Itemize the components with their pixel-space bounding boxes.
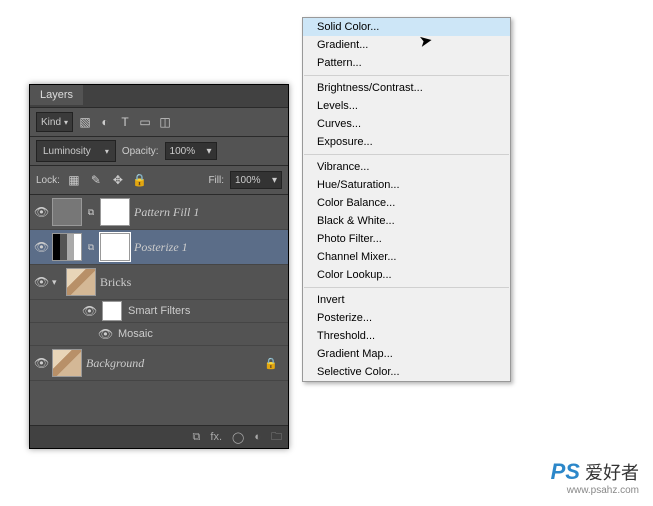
fill-adjustment-menu: Solid Color... Gradient... Pattern... Br…: [302, 17, 511, 382]
smartobject-filter-icon[interactable]: ◫: [157, 114, 173, 130]
menu-item-color-balance[interactable]: Color Balance...: [303, 194, 510, 212]
menu-item-black-white[interactable]: Black & White...: [303, 212, 510, 230]
lock-label: Lock:: [36, 175, 60, 186]
menu-item-pattern[interactable]: Pattern...: [303, 54, 510, 72]
expand-icon[interactable]: ▾: [52, 277, 62, 288]
chevron-down-icon: ▾: [64, 118, 68, 127]
smart-filters-label: Smart Filters: [128, 305, 190, 317]
layer-thumb[interactable]: [52, 198, 82, 226]
layer-thumb[interactable]: [52, 349, 82, 377]
menu-item-posterize[interactable]: Posterize...: [303, 309, 510, 327]
visibility-icon[interactable]: 👁: [34, 240, 48, 254]
filter-bar: Kind ▾ ▧ ◐ T ▭ ◫: [30, 108, 288, 137]
menu-separator: [304, 75, 509, 76]
menu-item-threshold[interactable]: Threshold...: [303, 327, 510, 345]
chevron-down-icon: ▾: [206, 146, 211, 157]
layer-row-posterize[interactable]: 👁 ⧉ Posterize 1: [30, 230, 288, 265]
filter-kind-select[interactable]: Kind ▾: [36, 112, 73, 132]
layer-name[interactable]: Pattern Fill 1: [134, 205, 199, 220]
visibility-icon[interactable]: 👁: [82, 304, 96, 318]
filter-row-mosaic[interactable]: 👁 Mosaic: [30, 323, 288, 346]
menu-item-hue-saturation[interactable]: Hue/Saturation...: [303, 176, 510, 194]
filter-kind-label: Kind: [41, 117, 61, 128]
menu-item-curves[interactable]: Curves...: [303, 115, 510, 133]
layer-row-pattern-fill[interactable]: 👁 ⧉ Pattern Fill 1: [30, 195, 288, 230]
tab-layers[interactable]: Layers: [30, 85, 83, 105]
layer-mask-thumb[interactable]: [100, 233, 130, 261]
link-icon[interactable]: ⧉: [86, 207, 96, 218]
menu-item-color-lookup[interactable]: Color Lookup...: [303, 266, 510, 284]
menu-separator: [304, 154, 509, 155]
menu-item-invert[interactable]: Invert: [303, 291, 510, 309]
lock-position-icon[interactable]: ✥: [110, 172, 126, 188]
menu-item-channel-mixer[interactable]: Channel Mixer...: [303, 248, 510, 266]
visibility-icon[interactable]: 👁: [34, 275, 48, 289]
fill-label: Fill:: [208, 175, 224, 186]
adjustment-layer-filter-icon[interactable]: ◐: [97, 114, 113, 130]
watermark-url: www.psahz.com: [551, 485, 639, 496]
filter-mask-thumb[interactable]: [102, 301, 122, 321]
smart-filters-row[interactable]: 👁 Smart Filters: [30, 300, 288, 323]
lock-transparency-icon[interactable]: ▦: [66, 172, 82, 188]
menu-item-gradient-map[interactable]: Gradient Map...: [303, 345, 510, 363]
lock-pixels-icon[interactable]: ✎: [88, 172, 104, 188]
lock-all-icon[interactable]: 🔒: [132, 172, 148, 188]
type-layer-filter-icon[interactable]: T: [117, 114, 133, 130]
chevron-down-icon: ▾: [272, 175, 277, 186]
opacity-input[interactable]: 100% ▾: [165, 142, 217, 160]
chevron-down-icon: ▾: [105, 147, 109, 156]
blend-mode-value: Luminosity: [43, 146, 91, 157]
layer-row-bricks[interactable]: 👁 ▾ Bricks: [30, 265, 288, 300]
fill-value: 100%: [235, 175, 261, 186]
menu-item-photo-filter[interactable]: Photo Filter...: [303, 230, 510, 248]
lock-bar: Lock: ▦ ✎ ✥ 🔒 Fill: 100% ▾: [30, 166, 288, 195]
menu-item-exposure[interactable]: Exposure...: [303, 133, 510, 151]
visibility-icon[interactable]: 👁: [34, 205, 48, 219]
layer-thumb[interactable]: [66, 268, 96, 296]
opacity-value: 100%: [170, 146, 196, 157]
menu-item-brightness-contrast[interactable]: Brightness/Contrast...: [303, 79, 510, 97]
add-mask-icon[interactable]: ◯: [232, 431, 244, 444]
panel-tabs: Layers: [30, 85, 288, 108]
menu-item-gradient[interactable]: Gradient...: [303, 36, 510, 54]
menu-item-levels[interactable]: Levels...: [303, 97, 510, 115]
watermark-text: 爱好者: [580, 463, 639, 483]
new-group-icon[interactable]: 🗀: [271, 428, 282, 447]
menu-item-selective-color[interactable]: Selective Color...: [303, 363, 510, 381]
shape-layer-filter-icon[interactable]: ▭: [137, 114, 153, 130]
menu-item-solid-color[interactable]: Solid Color...: [303, 18, 510, 36]
visibility-icon[interactable]: 👁: [98, 327, 112, 341]
link-layers-icon[interactable]: ⧉: [193, 431, 201, 444]
layer-name[interactable]: Posterize 1: [134, 240, 188, 255]
blend-mode-select[interactable]: Luminosity ▾: [36, 140, 116, 162]
link-icon[interactable]: ⧉: [86, 242, 96, 253]
menu-item-vibrance[interactable]: Vibrance...: [303, 158, 510, 176]
layer-name[interactable]: Background: [86, 356, 144, 371]
blend-bar: Luminosity ▾ Opacity: 100% ▾: [30, 137, 288, 166]
layer-mask-thumb[interactable]: [100, 198, 130, 226]
layer-name[interactable]: Bricks: [100, 275, 131, 290]
layer-list: 👁 ⧉ Pattern Fill 1 👁 ⧉ Posterize 1 👁 ▾ B…: [30, 195, 288, 381]
panel-footer: ⧉ fx. ◯ ◐ 🗀: [30, 425, 288, 448]
lock-icon: 🔒: [264, 357, 278, 370]
adjustment-layer-icon[interactable]: ◐: [254, 431, 261, 443]
pixel-layer-filter-icon[interactable]: ▧: [77, 114, 93, 130]
layer-thumb[interactable]: [52, 233, 82, 261]
watermark-brand: PS: [551, 459, 580, 484]
watermark: PS 爱好者 www.psahz.com: [551, 459, 639, 496]
menu-separator: [304, 287, 509, 288]
layer-row-background[interactable]: 👁 Background 🔒: [30, 346, 288, 381]
visibility-icon[interactable]: 👁: [34, 356, 48, 370]
fill-input[interactable]: 100% ▾: [230, 171, 282, 189]
layer-style-icon[interactable]: fx.: [210, 431, 222, 443]
layers-panel: Layers Kind ▾ ▧ ◐ T ▭ ◫ Luminosity ▾ Opa…: [29, 84, 289, 449]
opacity-label: Opacity:: [122, 146, 159, 157]
filter-name: Mosaic: [118, 328, 153, 340]
